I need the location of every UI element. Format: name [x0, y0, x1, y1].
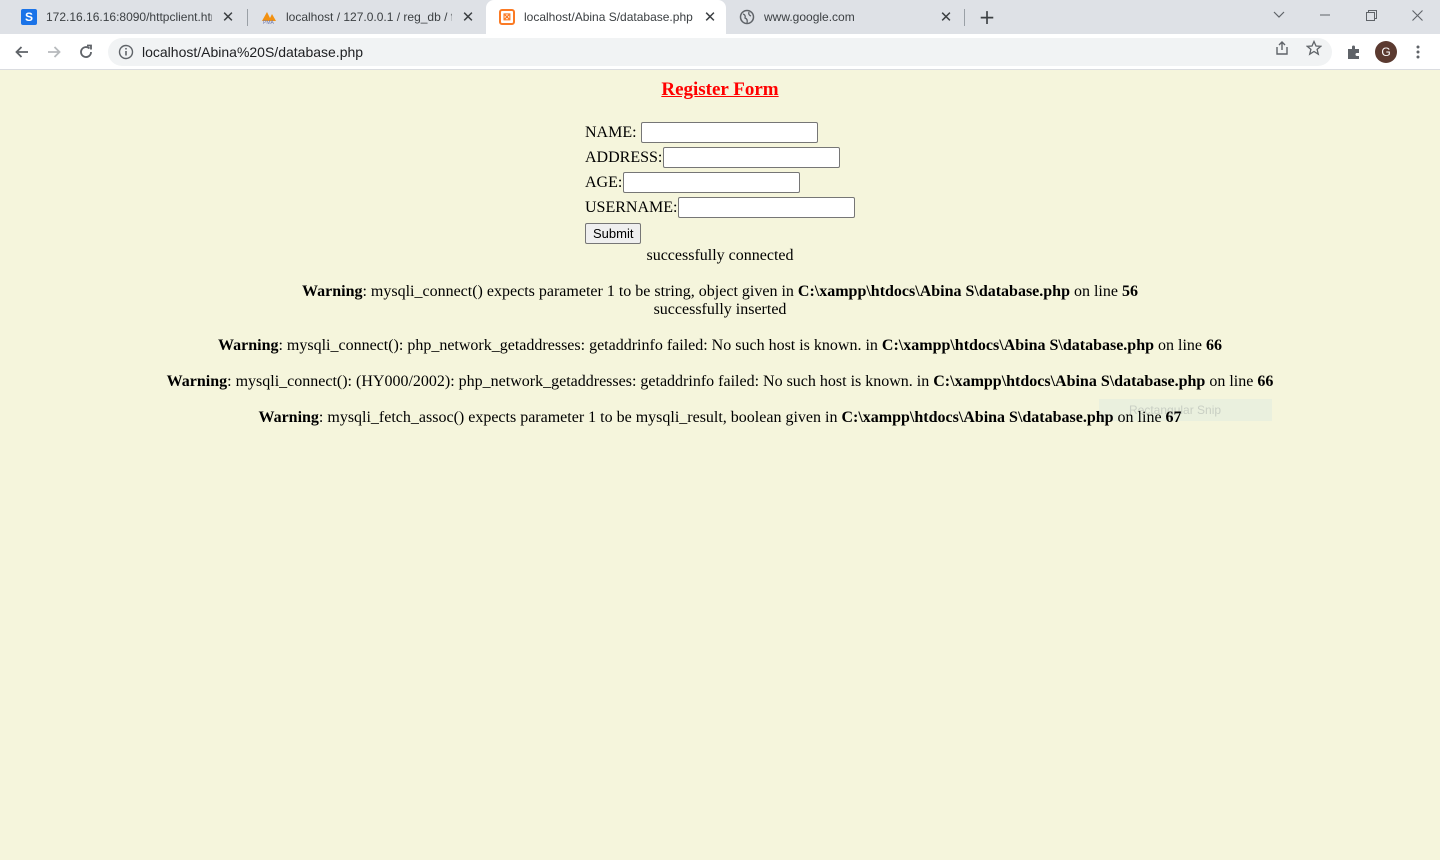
age-row: AGE:	[585, 172, 801, 193]
profile-avatar[interactable]: G	[1375, 41, 1397, 63]
address-row: ADDRESS:	[585, 147, 841, 168]
info-icon[interactable]	[118, 44, 134, 60]
browser-toolbar: localhost/Abina%20S/database.php G	[0, 34, 1440, 70]
inserted-message: successfully inserted	[653, 301, 787, 318]
on-line-text: on line	[1205, 373, 1258, 390]
warning-line: Warning: mysqli_connect(): (HY000/2002):…	[0, 373, 1440, 391]
username-row: USERNAME:	[585, 197, 856, 218]
back-icon[interactable]	[8, 38, 36, 66]
tab-title: www.google.com	[764, 10, 855, 24]
warning-label: Warning	[218, 337, 279, 354]
tab-title: 172.16.16.16:8090/httpclient.html	[46, 10, 212, 24]
tab-strip: S 172.16.16.16:8090/httpclient.html ✕ PM…	[0, 0, 1440, 34]
warning-file: C:\xampp\htdocs\Abina S\database.php	[881, 337, 1154, 354]
line-number: 67	[1165, 409, 1182, 426]
name-label: NAME:	[585, 123, 637, 141]
username-input[interactable]	[678, 197, 856, 218]
tab-database-php[interactable]: ⊠ localhost/Abina S/database.php ✕	[486, 0, 726, 34]
extensions-icon[interactable]	[1346, 44, 1362, 60]
warning-file: C:\xampp\htdocs\Abina S\database.php	[933, 373, 1206, 390]
line-number: 56	[1121, 283, 1138, 300]
close-tab-icon[interactable]: ✕	[458, 7, 478, 27]
warning-label: Warning	[166, 373, 228, 390]
reload-icon[interactable]	[72, 38, 100, 66]
warning-line: Warning: mysqli_fetch_assoc() expects pa…	[0, 409, 1440, 427]
on-line-text: on line	[1154, 337, 1206, 354]
restore-icon[interactable]	[1348, 0, 1394, 30]
tab-title: localhost / 127.0.0.1 / reg_db / form	[286, 10, 452, 24]
warning-text: : mysqli_connect() expects parameter 1 t…	[362, 283, 798, 300]
address-bar[interactable]: localhost/Abina%20S/database.php	[108, 38, 1332, 66]
warning-label: Warning	[258, 409, 319, 426]
age-label: AGE:	[585, 173, 623, 191]
warning-text: : mysqli_connect(): php_network_getaddre…	[278, 337, 882, 354]
globe-icon	[739, 9, 755, 25]
on-line-text: on line	[1069, 283, 1122, 300]
svg-text:PMA: PMA	[263, 20, 275, 25]
warning-file: C:\xampp\htdocs\Abina S\database.php	[797, 283, 1070, 300]
s-favicon-icon: S	[21, 9, 37, 25]
close-tab-icon[interactable]: ✕	[936, 7, 956, 27]
warning-text: : mysqli_fetch_assoc() expects parameter…	[318, 409, 842, 426]
address-input[interactable]	[663, 147, 841, 168]
warning-text: : mysqli_connect(): (HY000/2002): php_ne…	[227, 373, 934, 390]
tab-httpclient[interactable]: S 172.16.16.16:8090/httpclient.html ✕	[8, 0, 244, 34]
phpmyadmin-icon: PMA	[261, 9, 277, 25]
warning-label: Warning	[302, 283, 363, 300]
age-input[interactable]	[623, 172, 801, 193]
tab-phpmyadmin[interactable]: PMA localhost / 127.0.0.1 / reg_db / for…	[248, 0, 484, 34]
on-line-text: on line	[1113, 409, 1166, 426]
line-number: 66	[1257, 373, 1274, 390]
page-content: Register Form NAME: ADDRESS: AGE: USERNA…	[0, 71, 1440, 860]
name-input[interactable]	[640, 122, 818, 143]
menu-kebab-icon[interactable]	[1410, 44, 1426, 60]
name-row: NAME:	[585, 122, 818, 143]
warning-line: Warning: mysqli_connect() expects parame…	[0, 283, 1440, 301]
warning-file: C:\xampp\htdocs\Abina S\database.php	[841, 409, 1114, 426]
share-icon[interactable]	[1274, 40, 1290, 56]
form-title: Register Form	[661, 79, 779, 100]
warning-line: Warning: mysqli_connect(): php_network_g…	[0, 337, 1440, 355]
close-tab-icon[interactable]: ✕	[700, 7, 720, 27]
address-label: ADDRESS:	[585, 148, 663, 166]
tab-google[interactable]: www.google.com ✕	[726, 0, 962, 34]
tab-divider	[964, 9, 965, 26]
username-label: USERNAME:	[585, 198, 678, 216]
url-text: localhost/Abina%20S/database.php	[142, 44, 364, 60]
connected-message: successfully connected	[646, 247, 794, 264]
forward-icon[interactable]	[40, 38, 68, 66]
new-tab-button[interactable]: +	[976, 5, 998, 29]
xampp-icon: ⊠	[499, 9, 515, 25]
tab-search-icon[interactable]	[1256, 0, 1302, 30]
submit-button[interactable]: Submit	[585, 223, 642, 244]
close-tab-icon[interactable]: ✕	[218, 7, 238, 27]
line-number: 66	[1206, 337, 1222, 354]
tab-title: localhost/Abina S/database.php	[524, 10, 693, 24]
bookmark-star-icon[interactable]	[1306, 40, 1322, 56]
minimize-icon[interactable]	[1302, 0, 1348, 30]
close-window-icon[interactable]	[1394, 0, 1440, 30]
